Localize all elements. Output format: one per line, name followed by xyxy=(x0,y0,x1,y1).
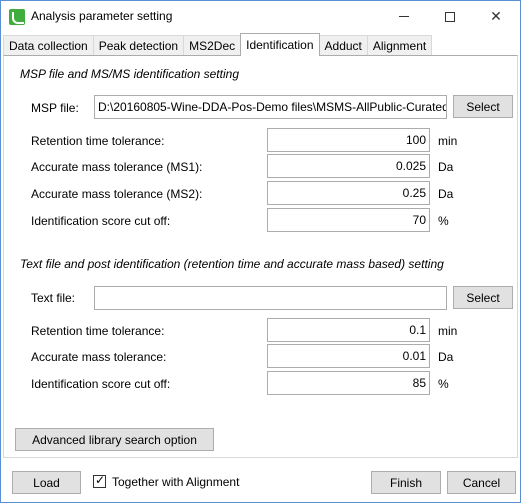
msp-file-input[interactable]: D:\20160805-Wine-DDA-Pos-Demo files\MSMS… xyxy=(94,95,447,119)
cancel-button[interactable]: Cancel xyxy=(447,471,516,494)
finish-button[interactable]: Finish xyxy=(371,471,441,494)
text-mass-tolerance-unit: Da xyxy=(438,350,454,364)
msp-score-cutoff-input[interactable]: 70 xyxy=(267,208,430,232)
text-score-cutoff-label: Identification score cut off: xyxy=(31,377,171,391)
dialog-window: Analysis parameter setting ✕ Data collec… xyxy=(0,0,521,503)
text-section-title: Text file and post identification (reten… xyxy=(20,257,444,271)
together-with-alignment-checkbox[interactable]: ✓ xyxy=(93,473,106,488)
tab-alignment[interactable]: Alignment xyxy=(366,35,433,56)
text-file-label: Text file: xyxy=(31,291,76,305)
msp-rt-tolerance-input[interactable]: 100 xyxy=(267,128,430,152)
text-mass-tolerance-input[interactable]: 0.01 xyxy=(267,344,430,368)
together-with-alignment-label: Together with Alignment xyxy=(112,475,240,489)
tab-peak-detection[interactable]: Peak detection xyxy=(92,35,185,56)
title-bar: Analysis parameter setting ✕ xyxy=(1,1,520,32)
msp-score-cutoff-label: Identification score cut off: xyxy=(31,214,171,228)
text-rt-tolerance-label: Retention time tolerance: xyxy=(31,324,165,338)
msp-ms1-tolerance-input[interactable]: 0.025 xyxy=(267,154,430,178)
text-file-input[interactable] xyxy=(94,286,447,310)
text-rt-tolerance-unit: min xyxy=(438,324,458,338)
msp-rt-tolerance-unit: min xyxy=(438,134,458,148)
msp-file-label: MSP file: xyxy=(31,101,79,115)
msp-ms2-tolerance-unit: Da xyxy=(438,187,454,201)
msp-ms1-tolerance-unit: Da xyxy=(438,160,454,174)
text-select-button[interactable]: Select xyxy=(453,286,513,309)
check-icon: ✓ xyxy=(95,473,106,487)
tab-data-collection[interactable]: Data collection xyxy=(3,35,94,56)
msp-section-title: MSP file and MS/MS identification settin… xyxy=(20,67,239,81)
maximize-icon xyxy=(445,11,455,22)
window-title: Analysis parameter setting xyxy=(31,9,173,23)
text-rt-tolerance-input[interactable]: 0.1 xyxy=(267,318,430,342)
tab-identification[interactable]: Identification xyxy=(240,33,320,56)
maximize-button[interactable] xyxy=(427,1,473,32)
msp-ms2-tolerance-label: Accurate mass tolerance (MS2): xyxy=(31,187,203,201)
app-icon xyxy=(9,9,25,25)
tab-adduct[interactable]: Adduct xyxy=(318,35,368,56)
minimize-button[interactable] xyxy=(381,1,427,32)
minimize-icon xyxy=(399,16,409,17)
msp-rt-tolerance-label: Retention time tolerance: xyxy=(31,134,165,148)
close-icon: ✕ xyxy=(490,8,502,24)
tab-strip: Data collection Peak detection MS2Dec Id… xyxy=(3,33,433,56)
advanced-library-search-button[interactable]: Advanced library search option xyxy=(15,428,214,451)
msp-ms1-tolerance-label: Accurate mass tolerance (MS1): xyxy=(31,160,203,174)
text-mass-tolerance-label: Accurate mass tolerance: xyxy=(31,350,167,364)
msp-select-button[interactable]: Select xyxy=(453,95,513,118)
text-score-cutoff-unit: % xyxy=(438,377,449,391)
tab-ms2dec[interactable]: MS2Dec xyxy=(183,35,242,56)
close-button[interactable]: ✕ xyxy=(473,1,519,32)
msp-score-cutoff-unit: % xyxy=(438,214,449,228)
msp-ms2-tolerance-input[interactable]: 0.25 xyxy=(267,181,430,205)
load-button[interactable]: Load xyxy=(12,471,81,494)
text-score-cutoff-input[interactable]: 85 xyxy=(267,371,430,395)
